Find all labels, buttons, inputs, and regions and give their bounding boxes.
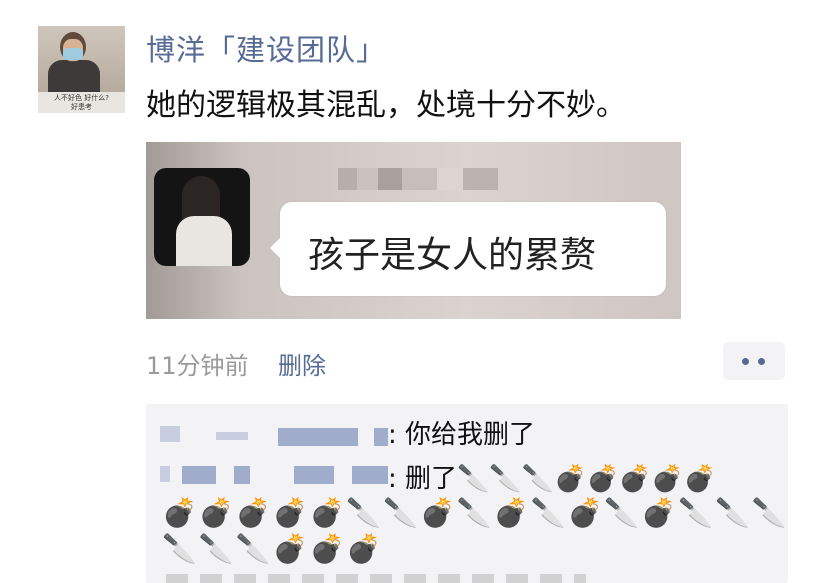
chat-avatar-shirt <box>176 216 232 266</box>
comments-section: : 你给我删了 : 删了🔪🔪🔪💣💣💣💣💣 💣💣💣💣💣🔪🔪💣🔪💣🔪💣🔪💣🔪🔪🔪 🔪… <box>146 404 788 583</box>
more-dot-icon <box>742 358 749 365</box>
chat-bubble-text: 孩子是女人的累赘 <box>308 235 597 276</box>
blur-piece <box>374 428 388 446</box>
author-name[interactable]: 博洋「建设团队」 <box>146 27 386 69</box>
cut-off-next-comment <box>166 574 586 583</box>
avatar-caption-2: 好患考 <box>71 103 92 111</box>
more-options-button[interactable] <box>723 342 785 380</box>
blur-piece <box>160 466 170 482</box>
comment-emoji-line: 🔪🔪🔪💣💣💣 <box>162 532 384 565</box>
blur-piece <box>278 428 358 446</box>
comment-author-blurred[interactable] <box>160 412 388 446</box>
comment-text: : 你给我删了 <box>388 420 536 450</box>
chat-avatar <box>154 168 250 266</box>
post-text: 她的逻辑极其混乱，处境十分不妙。 <box>146 88 626 123</box>
comment-author-blurred[interactable] <box>160 462 388 490</box>
blur-piece <box>160 426 180 442</box>
blur-piece <box>294 466 334 484</box>
more-dot-icon <box>758 358 765 365</box>
blur-piece <box>352 466 388 484</box>
avatar-body <box>48 60 100 92</box>
comment-emoji-line: 💣💣💣💣💣🔪🔪💣🔪💣🔪💣🔪💣🔪🔪🔪 <box>162 496 788 529</box>
post-image[interactable]: 孩子是女人的累赘 <box>146 142 681 319</box>
post-timestamp: 11分钟前 <box>146 352 249 380</box>
blur-piece <box>216 432 248 440</box>
comment-text: : 删了🔪🔪🔪💣💣💣💣💣 <box>388 464 717 494</box>
blur-piece <box>182 466 216 484</box>
delete-link[interactable]: 删除 <box>278 346 326 381</box>
blur-piece <box>234 466 250 484</box>
blurred-chat-name <box>338 168 498 190</box>
chat-bubble: 孩子是女人的累赘 <box>270 202 666 296</box>
avatar-mask <box>63 48 83 60</box>
author-avatar[interactable]: 人不好色 好什么? 好患考 <box>38 26 125 113</box>
